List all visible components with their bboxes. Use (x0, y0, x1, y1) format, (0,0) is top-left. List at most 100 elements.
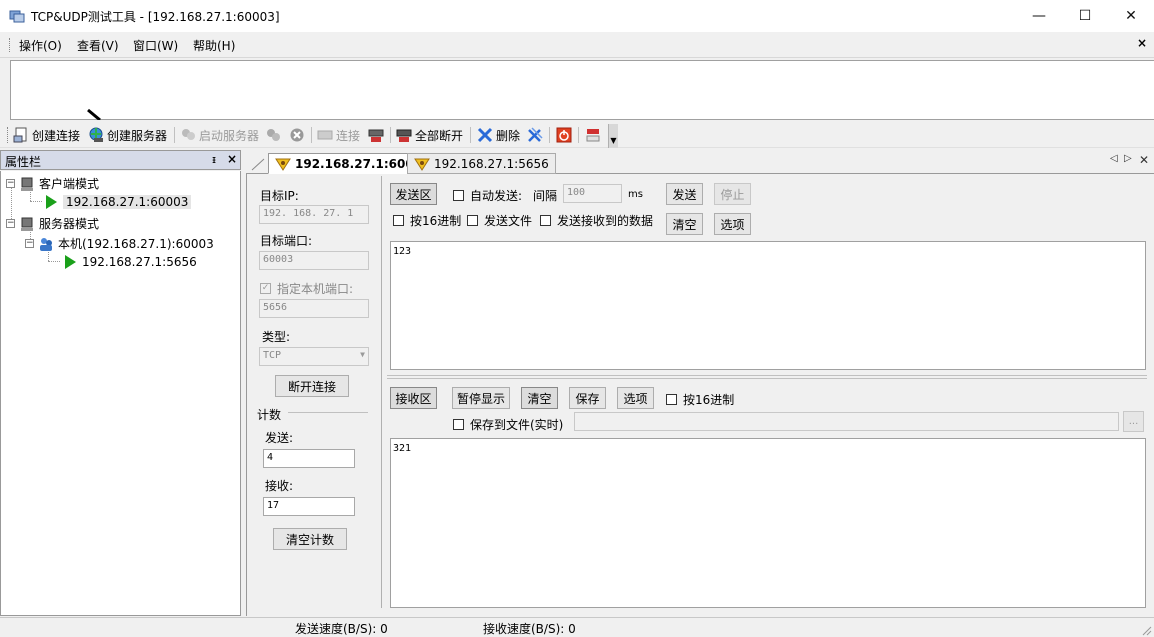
toolbar-separator (578, 127, 579, 143)
collapse-icon[interactable]: − (6, 179, 15, 188)
delete-all-icon[interactable] (527, 127, 543, 143)
auto-send-checkbox[interactable]: 自动发送: (453, 187, 522, 204)
local-port-field[interactable]: 5656 (259, 299, 369, 318)
pin-icon[interactable]: ᵻ (212, 153, 216, 166)
checkbox-icon (467, 215, 478, 226)
collapse-icon[interactable]: − (6, 219, 15, 228)
receive-area-button[interactable]: 接收区 (390, 387, 437, 409)
pause-display-button[interactable]: 暂停显示 (452, 387, 510, 409)
create-server-button[interactable]: 创建服务器 (88, 125, 167, 145)
browse-button[interactable]: ... (1123, 411, 1144, 432)
save-button[interactable]: 保存 (569, 387, 606, 409)
computer-icon (21, 217, 33, 231)
server-users-icon (40, 237, 52, 251)
target-ip-field[interactable]: 192. 168. 27. 1 (259, 205, 369, 224)
tree-line (48, 261, 60, 262)
minimize-button[interactable]: — (1016, 0, 1062, 32)
toolbar-separator (549, 127, 550, 143)
checkbox-icon (393, 215, 404, 226)
disconnect-all-button[interactable]: 全部断开 (396, 125, 463, 145)
toolbar-overflow-button[interactable]: ▼ (608, 124, 618, 148)
mdi-close-button[interactable]: × (1137, 36, 1147, 50)
menu-help[interactable]: 帮助(H) (193, 37, 235, 54)
send-clear-button[interactable]: 清空 (666, 213, 703, 235)
type-select[interactable]: TCP ▼ (259, 347, 369, 366)
send-options-button[interactable]: 选项 (714, 213, 751, 235)
disconnect-icon[interactable] (368, 127, 384, 143)
splitter[interactable] (387, 375, 1147, 379)
connect-button[interactable]: 连接 (317, 125, 360, 145)
collapse-icon[interactable]: − (25, 239, 34, 248)
receive-clear-button[interactable]: 清空 (521, 387, 558, 409)
send-textarea[interactable]: 123 (390, 241, 1146, 370)
sidebar-close-button[interactable]: × (227, 152, 237, 166)
tab-prev-icon[interactable]: ◁ (1110, 153, 1118, 164)
send-received-checkbox[interactable]: 发送接收到的数据 (540, 212, 653, 229)
checkbox-icon (453, 419, 464, 430)
tab-next-icon[interactable]: ▷ (1124, 153, 1132, 164)
maximize-button[interactable]: ☐ (1062, 0, 1108, 32)
start-server-icon (182, 129, 195, 140)
receive-textarea[interactable]: 321 (390, 438, 1146, 608)
menu-operate[interactable]: 操作(O) (19, 37, 62, 54)
clear-count-button[interactable]: 清空计数 (273, 528, 347, 550)
checkbox-checked-icon: ✓ (260, 283, 271, 294)
interval-field[interactable]: 100 (563, 184, 622, 203)
delete-button[interactable]: 删除 (477, 125, 520, 145)
tab-connection-5656[interactable]: 192.168.27.1:5656 (407, 153, 556, 174)
menu-view[interactable]: 查看(V) (77, 37, 119, 54)
tree-server-mode[interactable]: − 服务器模式 (6, 215, 99, 232)
stop-button[interactable]: 停止 (714, 183, 751, 205)
connection-warning-icon (414, 158, 430, 171)
send-area-button[interactable]: 发送区 (390, 183, 437, 205)
cursor-artifact (87, 108, 101, 120)
toolbar-separator (311, 127, 312, 143)
tree-client-connection[interactable]: 192.168.27.1:60003 (43, 194, 192, 210)
exit-icon[interactable] (585, 127, 601, 143)
send-hex-checkbox[interactable]: 按16进制 (393, 212, 461, 229)
cancel-icon[interactable] (289, 127, 305, 143)
tree-client-mode[interactable]: − 客户端模式 (6, 175, 99, 192)
create-connection-button[interactable]: 创建连接 (13, 125, 80, 145)
tree-line (30, 201, 42, 202)
send-button[interactable]: 发送 (666, 183, 703, 205)
create-connection-icon (13, 127, 27, 143)
menu-grip[interactable] (9, 38, 11, 52)
start-server-button[interactable]: 启动服务器 (180, 125, 259, 145)
save-to-file-checkbox[interactable]: 保存到文件(实时) (453, 416, 563, 433)
send-file-checkbox[interactable]: 发送文件 (467, 212, 532, 229)
window-title: TCP&UDP测试工具 - [192.168.27.1:60003] (31, 10, 280, 24)
play-icon (65, 255, 76, 269)
tab-close-icon[interactable]: ✕ (1139, 153, 1149, 167)
stop-server-icon[interactable] (265, 127, 281, 143)
recv-speed-status: 接收速度(B/S): 0 (483, 622, 576, 636)
sidebar-title: 属性栏 (5, 155, 42, 169)
checkbox-icon (453, 190, 464, 201)
tree-server-client[interactable]: 192.168.27.1:5656 (62, 254, 197, 270)
sent-count-field[interactable]: 4 (263, 449, 355, 468)
delete-icon (477, 127, 493, 143)
menu-window[interactable]: 窗口(W) (133, 37, 178, 54)
disconnect-button[interactable]: 断开连接 (275, 375, 349, 397)
connect-icon (317, 130, 333, 140)
count-divider (288, 412, 368, 413)
toolbar-grip[interactable] (7, 127, 9, 143)
recv-count-field[interactable]: 17 (263, 497, 355, 516)
interval-label: 间隔 (533, 189, 558, 203)
app-icon (9, 10, 25, 23)
save-path-field[interactable] (574, 412, 1119, 431)
close-window-button[interactable]: ✕ (1108, 0, 1154, 32)
power-icon[interactable] (556, 127, 572, 143)
connection-warning-icon (275, 158, 291, 171)
receive-options-button[interactable]: 选项 (617, 387, 654, 409)
play-icon (46, 195, 57, 209)
resize-grip-icon[interactable] (1140, 624, 1152, 636)
create-server-icon (89, 127, 103, 142)
dropdown-arrow-icon: ▼ (360, 350, 365, 359)
tree-server-local[interactable]: − 本机(192.168.27.1):60003 (25, 235, 214, 252)
checkbox-icon (666, 394, 677, 405)
interval-unit: ms (628, 189, 643, 200)
local-port-checkbox[interactable]: ✓ 指定本机端口: (260, 280, 353, 297)
target-port-field[interactable]: 60003 (259, 251, 369, 270)
receive-hex-checkbox[interactable]: 按16进制 (666, 391, 734, 408)
